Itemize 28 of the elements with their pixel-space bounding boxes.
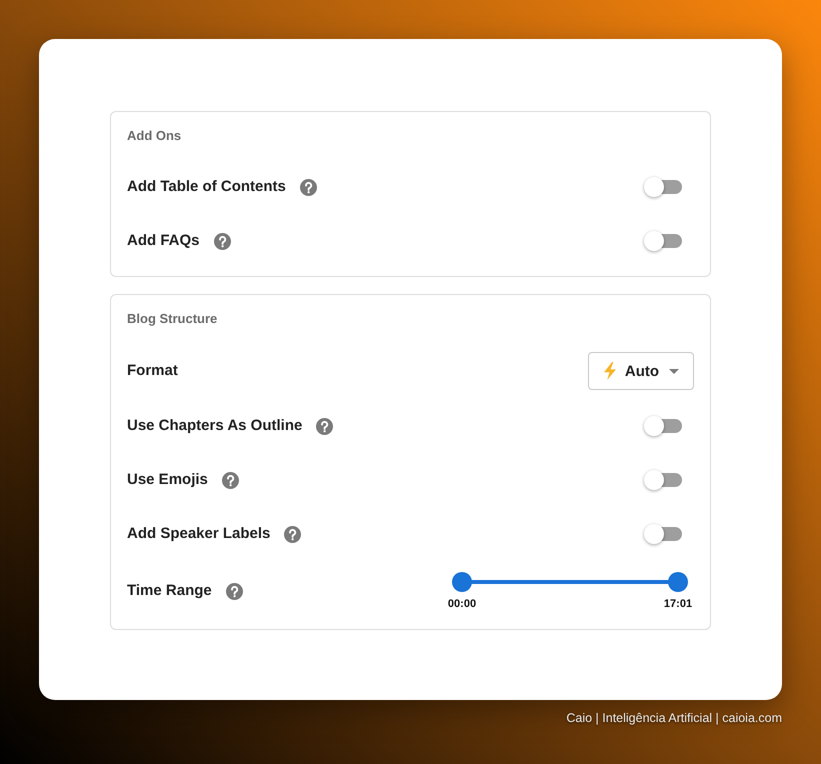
help-icon[interactable] (316, 418, 334, 434)
setting-label: Add Table of Contents (127, 178, 286, 196)
section-title: Blog Structure (127, 311, 218, 327)
toggle-switch[interactable] (644, 177, 682, 197)
help-icon[interactable] (226, 582, 243, 600)
slider-handle[interactable] (668, 572, 688, 592)
toggle-switch[interactable] (644, 416, 682, 436)
help-icon[interactable] (300, 178, 317, 196)
toggle-switch[interactable] (644, 524, 682, 544)
help-icon[interactable] (222, 472, 239, 488)
toggle-switch[interactable] (644, 231, 682, 251)
setting-label: Time Range (127, 582, 212, 600)
setting-label: Use Emojis (127, 471, 208, 489)
setting-label: Format (127, 362, 178, 380)
footer-credit: Caio | Inteligência Artificial | caioia.com (565, 711, 782, 725)
setting-label: Use Chapters As Outline (127, 417, 302, 435)
setting-label: Add FAQs (127, 232, 200, 250)
lightning-icon (602, 362, 617, 380)
caret-icon (669, 368, 680, 374)
section-title: Add Ons (127, 128, 182, 144)
time-label: 17:01 (664, 596, 692, 610)
help-icon[interactable] (284, 526, 302, 542)
help-icon[interactable] (214, 232, 231, 250)
toggle-switch[interactable] (644, 470, 682, 490)
setting-label: Add Speaker Labels (127, 525, 270, 543)
time-label: 00:00 (448, 596, 476, 610)
format-dropdown[interactable]: Auto (588, 352, 694, 390)
slider-handle[interactable] (452, 572, 472, 592)
